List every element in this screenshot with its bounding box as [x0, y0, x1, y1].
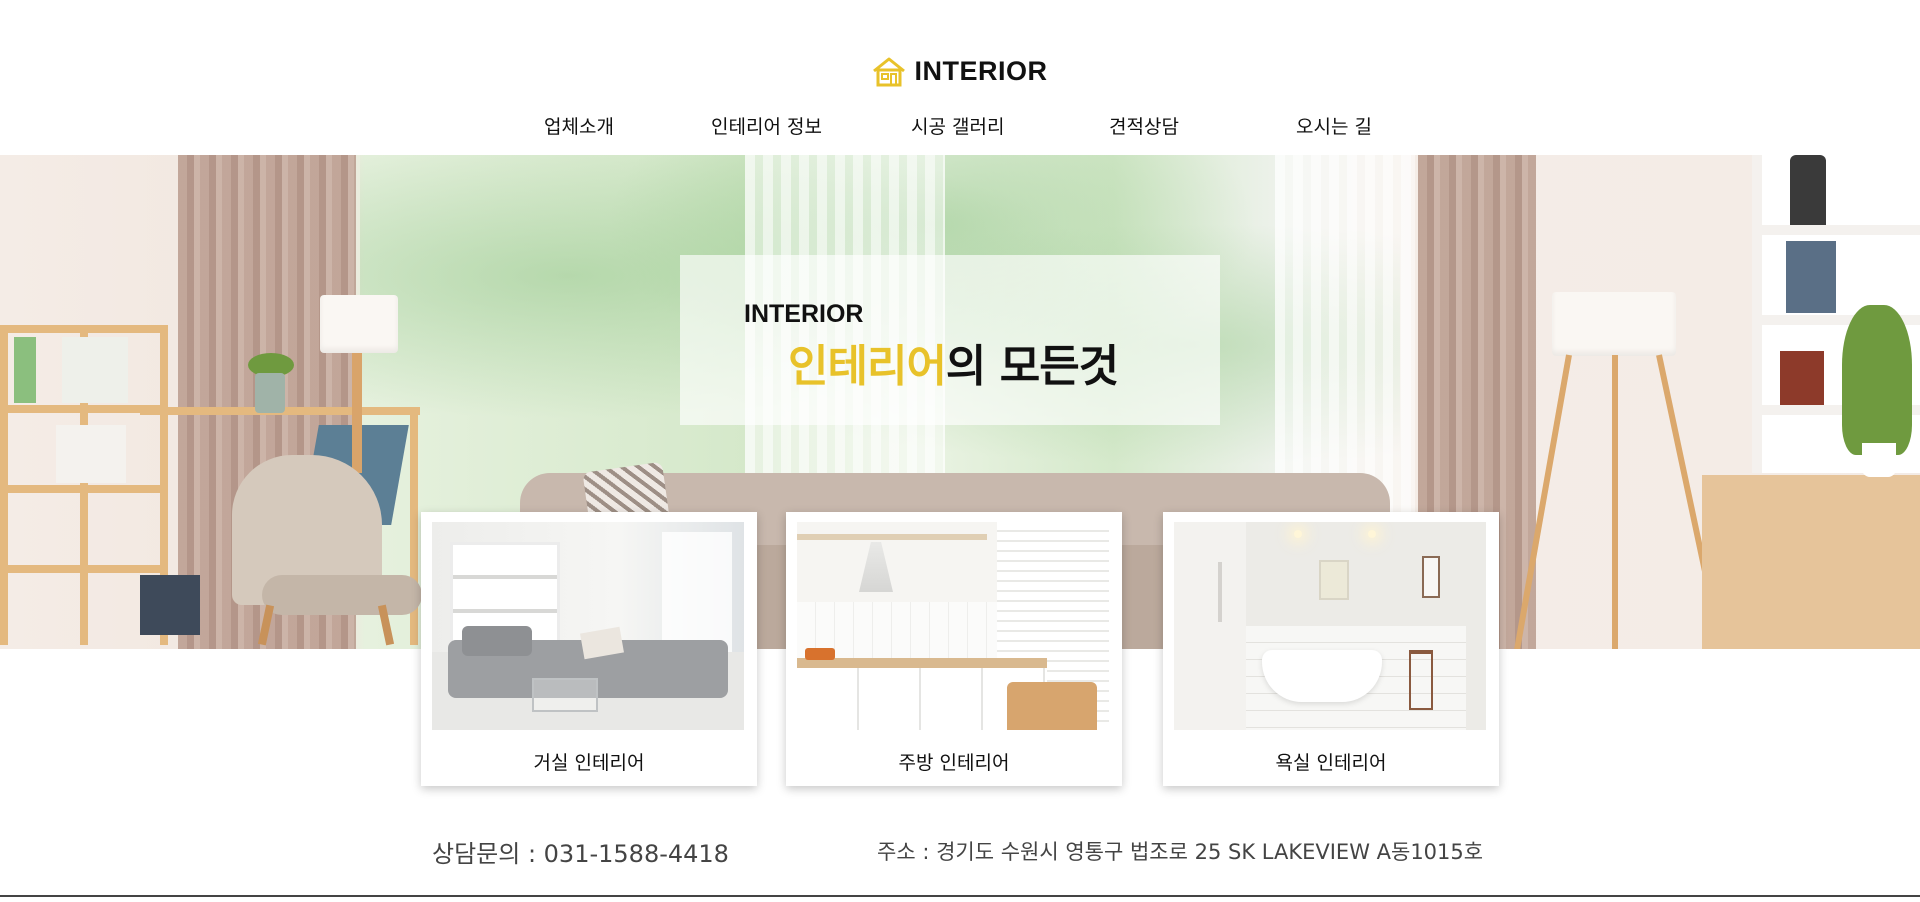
- floor-lamp-shade: [1552, 292, 1676, 356]
- living-room-photo: [432, 522, 744, 730]
- kitchen-photo: [797, 522, 1109, 730]
- card-label: 주방 인테리어: [898, 752, 1010, 774]
- contact-phone: 상담문의 : 031-1588-4418: [432, 840, 729, 868]
- card-living-room[interactable]: 거실 인테리어: [421, 512, 757, 786]
- hero-subtitle: INTERIOR: [744, 300, 864, 328]
- lamp-shade: [320, 295, 398, 353]
- house-icon: [873, 57, 906, 86]
- nav-item-company[interactable]: 업체소개: [544, 112, 614, 139]
- logo-text: INTERIOR: [914, 56, 1048, 86]
- nav-item-gallery[interactable]: 시공 갤러리: [911, 112, 1004, 139]
- main-nav: 업체소개 인테리어 정보 시공 갤러리 견적상담 오시는 길: [0, 112, 1920, 138]
- nav-item-estimate[interactable]: 견적상담: [1109, 112, 1179, 139]
- address: 주소 : 경기도 수원시 영통구 법조로 25 SK LAKEVIEW A동10…: [877, 840, 1484, 864]
- card-label: 욕실 인테리어: [1275, 752, 1387, 774]
- card-kitchen[interactable]: 주방 인테리어: [786, 512, 1122, 786]
- cabinet: [1702, 475, 1920, 649]
- hero-title-rest: 의 모든것: [945, 341, 1119, 392]
- nav-item-directions[interactable]: 오시는 길: [1296, 112, 1372, 139]
- plant: [1842, 305, 1912, 455]
- nav-item-interior-info[interactable]: 인테리어 정보: [711, 112, 822, 139]
- hero-title: 인테리어의 모든것: [788, 330, 1119, 394]
- bathroom-photo: [1174, 522, 1486, 730]
- card-label: 거실 인테리어: [533, 752, 645, 774]
- logo[interactable]: INTERIOR: [0, 56, 1920, 87]
- hero-title-accent: 인테리어: [788, 341, 947, 392]
- footer-divider: [0, 895, 1920, 897]
- armchair: [232, 455, 422, 646]
- card-bathroom[interactable]: 욕실 인테리어: [1163, 512, 1499, 786]
